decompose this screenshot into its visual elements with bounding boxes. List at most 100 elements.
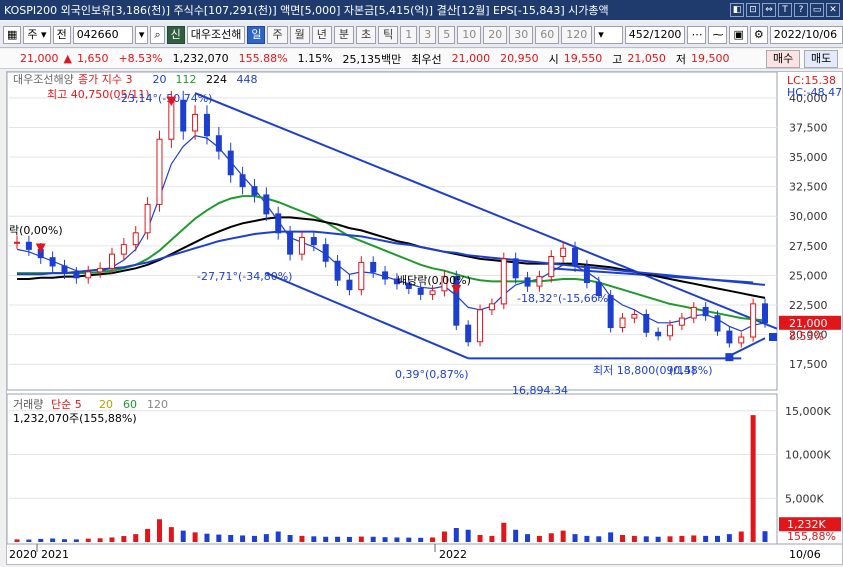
link-icon[interactable]: ⇔ <box>762 3 776 17</box>
text-icon[interactable]: T <box>778 3 792 17</box>
close-icon[interactable]: ✕ <box>826 3 840 17</box>
volume-bar <box>453 528 459 542</box>
period-second-tab[interactable]: 초 <box>355 25 377 44</box>
volume-bar <box>180 530 186 542</box>
period-year-tab[interactable]: 년 <box>311 25 332 44</box>
maximize-icon[interactable]: ▭ <box>810 3 824 17</box>
candle-body <box>667 324 674 337</box>
candle-body <box>572 247 579 267</box>
candle-body <box>560 247 567 257</box>
candle-body <box>49 257 56 267</box>
period-month-tab[interactable]: 월 <box>289 25 310 44</box>
chart-svg[interactable]: 40,00037,50035,00032,50030,00027,50025,0… <box>6 71 842 564</box>
candle-body <box>370 261 377 273</box>
settings-line-icon[interactable]: ⋯ <box>687 25 707 44</box>
x-label-2022: 2022 <box>439 548 467 561</box>
price-tick-label: 27,500 <box>789 240 828 253</box>
interval-3[interactable]: 3 <box>419 25 437 44</box>
grid-icon[interactable]: ▦ <box>3 25 22 44</box>
interval-10[interactable]: 10 <box>457 25 482 44</box>
volume-bar <box>168 527 174 542</box>
volume: 1,232,070 <box>172 52 229 65</box>
candle-body <box>726 330 733 344</box>
volume-bar <box>548 533 554 542</box>
candle-body <box>346 279 353 291</box>
candle-body <box>702 306 709 317</box>
volume-bar <box>620 535 626 542</box>
volume-bar <box>738 531 744 542</box>
candle-body <box>144 203 151 234</box>
interval-30[interactable]: 30 <box>509 25 534 44</box>
end-marker-icon <box>769 333 777 342</box>
candle-body <box>14 241 20 244</box>
prev-button[interactable]: 전 <box>52 25 71 44</box>
volume-legend-item: 20 <box>99 398 113 411</box>
interval-20[interactable]: 20 <box>483 25 508 44</box>
type-select[interactable]: 주 ▾ <box>23 25 51 44</box>
x-label-2021: 2021 <box>41 548 69 561</box>
volume-bar <box>358 536 364 542</box>
sell-button[interactable]: 매도 <box>804 50 839 68</box>
volume-bar <box>382 537 388 542</box>
volume-tick-label: 10,000K <box>785 449 831 462</box>
candle-body <box>619 317 626 329</box>
volume-bar <box>501 522 507 542</box>
candle-body <box>738 336 745 344</box>
volume-bar <box>346 536 352 542</box>
period-week-tab[interactable]: 주 <box>267 25 288 44</box>
volume-bar <box>584 535 590 542</box>
count-input[interactable]: 452/1200 <box>624 25 686 44</box>
price-tick-label: 35,000 <box>789 151 828 164</box>
volume-bar <box>335 536 341 542</box>
date-input[interactable]: 2022/10/06 <box>769 25 843 44</box>
type-select-value: 주 <box>27 27 38 41</box>
save-icon[interactable]: ▣ <box>729 25 748 44</box>
candle-body <box>310 237 317 246</box>
candle-body <box>275 213 282 234</box>
hc-info: HC:-48.47 <box>787 86 842 99</box>
annotation-ex-dividend-left: 락(0,00%) <box>9 224 63 237</box>
interval-dropdown[interactable]: ▾ <box>594 25 623 44</box>
help-icon[interactable]: ? <box>794 3 808 17</box>
interval-5[interactable]: 5 <box>438 25 456 44</box>
volume-info-label: 1,232,070주(155,88%) <box>13 412 137 425</box>
interval-1[interactable]: 1 <box>400 25 418 44</box>
volume-bar <box>323 536 329 542</box>
period-day-tab[interactable]: 일 <box>247 25 266 44</box>
indicator-icon[interactable]: ⁓ <box>708 25 728 44</box>
buy-button[interactable]: 매수 <box>766 50 801 68</box>
stock-name-field[interactable]: 대우조선해 <box>186 25 246 44</box>
candle-body <box>120 244 127 255</box>
period-minute-tab[interactable]: 분 <box>333 25 354 44</box>
candle-body <box>73 272 80 279</box>
price-tick-label: 32,500 <box>789 181 828 194</box>
volume-bar <box>750 415 756 542</box>
price-legend-item: 448 <box>237 73 258 86</box>
volume-bar <box>145 528 151 542</box>
interval-120[interactable]: 120 <box>561 25 593 44</box>
volume-bar <box>216 534 222 542</box>
turnover: 1.15% <box>297 52 333 65</box>
up-arrow-icon: ▲ <box>63 52 72 65</box>
code-dropdown-icon[interactable]: ▾ <box>134 25 149 44</box>
price-legend-item: 224 <box>206 73 227 86</box>
price-legend-item: 대우조선해양 <box>13 72 74 86</box>
quote-bar: 21,000 ▲ 1,650 +8.53% 1,232,070 155.88% … <box>0 49 843 69</box>
price-legend-item: 112 <box>176 73 197 86</box>
price-tick-label: 30,000 <box>789 210 828 223</box>
window-title: KOSPI200 외국인보유[3,186(천)] 주식수[107,291(천)]… <box>4 4 609 17</box>
period-tick-tab[interactable]: 틱 <box>378 25 399 44</box>
volume-bar <box>121 536 127 542</box>
gear-icon[interactable]: ⚙ <box>749 25 768 44</box>
volume-bar <box>73 539 79 542</box>
dock-icon[interactable]: ◧ <box>730 3 744 17</box>
interval-60[interactable]: 60 <box>535 25 560 44</box>
code-input[interactable]: 042660 <box>72 25 133 44</box>
layout-icon[interactable]: ⊡ <box>746 3 760 17</box>
main-toolbar: ▦ 주 ▾ 전 042660 ▾ ⌕ 신 대우조선해 일 주 월 년 분 초 틱… <box>0 22 843 48</box>
chart-area[interactable]: 40,000 37,500 35,000 32,500 30,000 27,500 25,0… <box>6 71 843 565</box>
magnifier-icon[interactable]: ⌕ <box>150 25 165 44</box>
volume-bar <box>251 535 257 542</box>
candle-body <box>85 271 92 279</box>
volume-bar <box>299 535 305 542</box>
